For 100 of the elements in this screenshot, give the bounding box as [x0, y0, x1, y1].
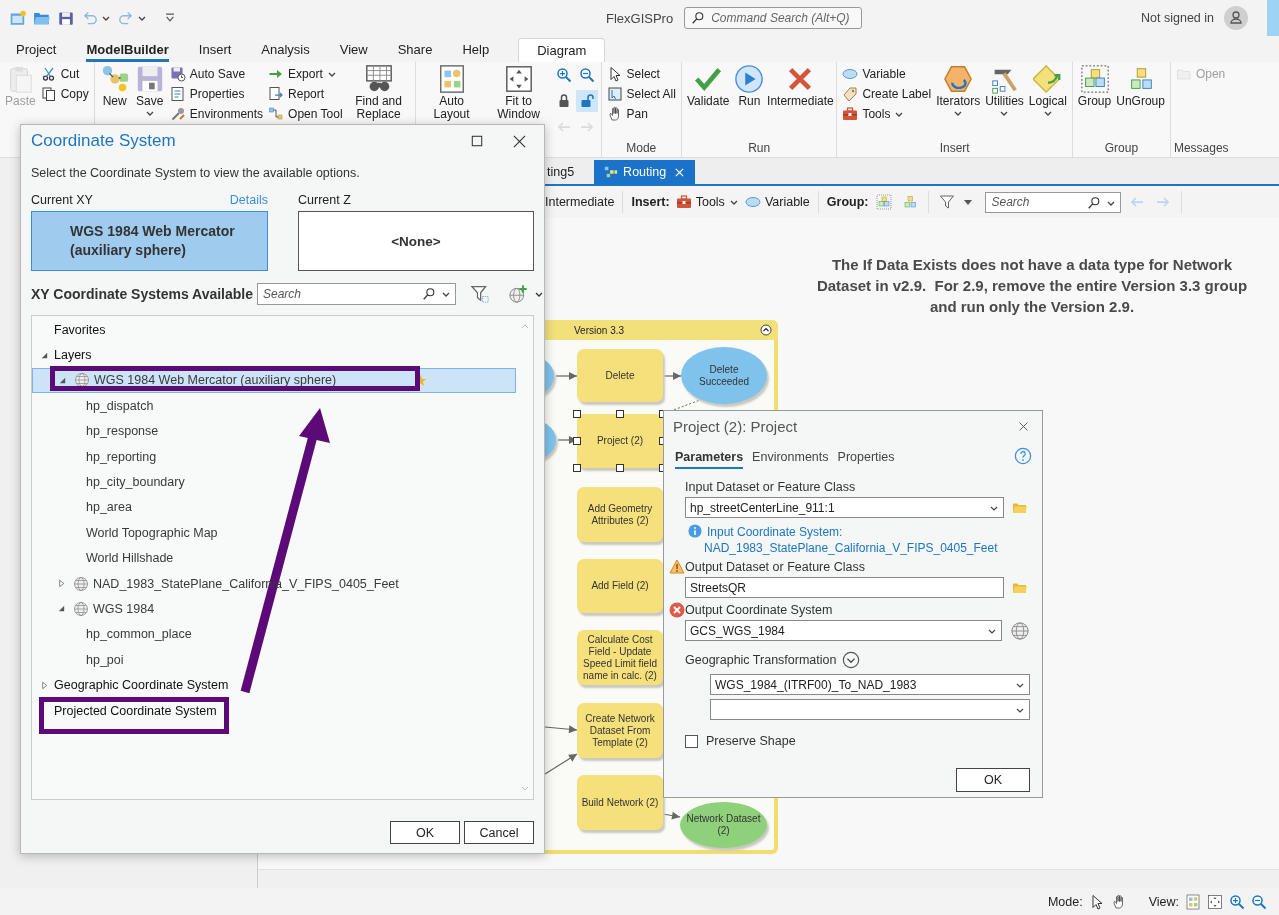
triangle-icon[interactable] [56, 579, 66, 589]
ribbon-tab[interactable]: Share [397, 40, 433, 62]
dropdown-field[interactable]: WGS_1984_(ITRF00)_To_NAD_1983 [710, 674, 1030, 695]
dropdown-field[interactable]: GCS_WGS_1984 [685, 620, 1002, 641]
chevron-circle-icon[interactable] [842, 651, 861, 669]
ribbon-button[interactable]: Report [266, 84, 345, 104]
close-icon[interactable] [674, 166, 686, 178]
ribbon-button[interactable]: Select All [604, 84, 678, 104]
tool-node[interactable]: Add Geometry Attributes (2) [577, 487, 663, 542]
tree-item[interactable]: hp_area [32, 494, 516, 521]
ribbon-button[interactable]: Variable [840, 64, 934, 84]
toolbar-button[interactable] [575, 90, 598, 112]
document-tab[interactable]: ting5 [537, 160, 585, 184]
tree-item[interactable]: hp_response [32, 418, 516, 444]
ribbon-button[interactable]: Auto Save [167, 64, 266, 84]
ribbon-button[interactable]: Select [604, 64, 678, 84]
zoom-out-icon[interactable] [1251, 893, 1267, 910]
search-field[interactable]: Search [985, 191, 1122, 213]
ribbon-button[interactable]: Copy [38, 84, 91, 104]
tool-node[interactable]: Add Field (2) [577, 559, 663, 613]
ribbon-button[interactable]: Pan [604, 104, 678, 124]
ribbon-tab[interactable]: Insert [198, 40, 232, 62]
ribbon-tab[interactable]: View [339, 40, 368, 62]
dialog-tab[interactable]: Parameters [675, 447, 744, 469]
toolbar-button[interactable]: Variable [744, 191, 810, 213]
checkbox[interactable] [685, 734, 698, 748]
text-field[interactable]: StreetsQR [685, 577, 1004, 598]
selection-handle[interactable] [616, 410, 624, 418]
triangle-icon[interactable] [56, 604, 66, 614]
ribbon-button[interactable]: Environments [167, 104, 266, 124]
ribbon-button[interactable]: Export [266, 64, 345, 84]
ribbon-tab[interactable]: Analysis [261, 40, 310, 62]
tree-item[interactable]: hp_dispatch [32, 393, 516, 419]
ribbon-button[interactable]: Iterators [934, 64, 983, 142]
ribbon-tab[interactable]: Help [462, 40, 490, 62]
tree-item[interactable]: hp_reporting [32, 443, 516, 470]
search-field[interactable]: Search [257, 283, 456, 305]
tree-item[interactable]: World Topographic Map [32, 520, 516, 546]
avatar-icon[interactable] [1224, 6, 1248, 30]
tree-item[interactable]: WGS 1984 [32, 596, 516, 622]
current-xy-box[interactable]: WGS 1984 Web Mercator (auxiliary sphere) [31, 211, 268, 271]
current-z-box[interactable]: <None> [298, 211, 534, 271]
dialog-button[interactable]: OK [390, 821, 460, 844]
command-search-field[interactable]: Command Search (Alt+Q) [684, 7, 863, 29]
collapse-icon[interactable] [760, 324, 772, 336]
triangle-icon[interactable] [39, 680, 49, 690]
filter-icon[interactable] [470, 284, 490, 304]
filter-icon[interactable] [939, 194, 956, 210]
ribbon-button[interactable]: Logical [1026, 64, 1069, 142]
ribbon-button[interactable]: Cut [38, 64, 91, 84]
tree-item[interactable]: hp_poi [32, 647, 516, 673]
document-tab[interactable]: Routing [594, 160, 696, 184]
dialog-tab[interactable]: Properties [837, 447, 895, 469]
tree-item[interactable]: hp_city_boundary [32, 469, 516, 495]
fit-window-icon[interactable] [1207, 893, 1223, 910]
tree-item[interactable]: Favorites [32, 317, 516, 343]
tool-node[interactable]: Build Network (2) [577, 775, 663, 830]
caret-icon[interactable] [963, 197, 974, 207]
ribbon-button[interactable]: UnGroup [1114, 64, 1167, 142]
dialog-button[interactable]: Cancel [464, 821, 534, 844]
tree-item[interactable]: Geographic Coordinate System [32, 672, 516, 698]
tree-item[interactable]: hp_common_place [32, 621, 516, 648]
toolbar-button[interactable]: Intermediate [545, 191, 615, 213]
selection-handle[interactable] [573, 410, 581, 418]
help-icon[interactable] [1014, 447, 1032, 465]
dialog-tab[interactable]: Environments [752, 447, 829, 469]
selection-handle[interactable] [573, 437, 581, 445]
ribbon-button[interactable]: Fit to Window [485, 64, 552, 142]
triangle-icon[interactable] [57, 375, 67, 385]
globe-icon[interactable] [1010, 620, 1030, 641]
zoom-in-icon[interactable] [1229, 893, 1245, 910]
dropdown-field[interactable]: hp_streetCenterLine_911:1 [685, 497, 1004, 518]
ribbon-button[interactable]: Validate [684, 64, 732, 142]
ribbon-button[interactable]: Group [1075, 64, 1114, 142]
account-status[interactable]: Not signed in [1141, 11, 1214, 25]
tool-node[interactable]: Calculate Cost Field - Update Speed Limit field name in calc. (2) [577, 630, 663, 685]
close-icon[interactable] [513, 134, 526, 148]
ribbon-button[interactable]: Properties [167, 84, 266, 104]
ribbon-button[interactable]: Intermediate [767, 64, 834, 142]
scrollbar[interactable] [258, 869, 1279, 888]
triangle-icon[interactable] [39, 350, 49, 360]
globe-add-icon[interactable] [508, 284, 528, 304]
tree-item[interactable]: Projected Coordinate System [32, 697, 516, 724]
selection-handle[interactable] [616, 464, 624, 472]
tree-item[interactable]: World Hillshade [32, 545, 516, 571]
tree-item[interactable]: Layers [32, 342, 516, 368]
selection-handle[interactable] [573, 464, 581, 472]
ribbon-button[interactable]: Create Label [840, 84, 934, 104]
close-icon[interactable] [1018, 420, 1029, 432]
ribbon-button[interactable]: Utilities [983, 64, 1026, 142]
tool-node[interactable]: Create Network Dataset From Template (2) [577, 703, 663, 758]
save-icon[interactable] [57, 9, 75, 27]
ribbon-tab[interactable]: Project [16, 40, 57, 62]
ribbon-button[interactable]: Tools [840, 104, 934, 124]
tool-node[interactable]: Project (2) [577, 414, 663, 468]
ribbon-button[interactable]: Run [732, 64, 767, 142]
dropdown-field[interactable] [710, 699, 1030, 720]
maximize-icon[interactable] [471, 135, 483, 147]
tool-node[interactable]: Delete [577, 349, 663, 402]
ribbon-tab[interactable]: Diagram [518, 38, 606, 62]
